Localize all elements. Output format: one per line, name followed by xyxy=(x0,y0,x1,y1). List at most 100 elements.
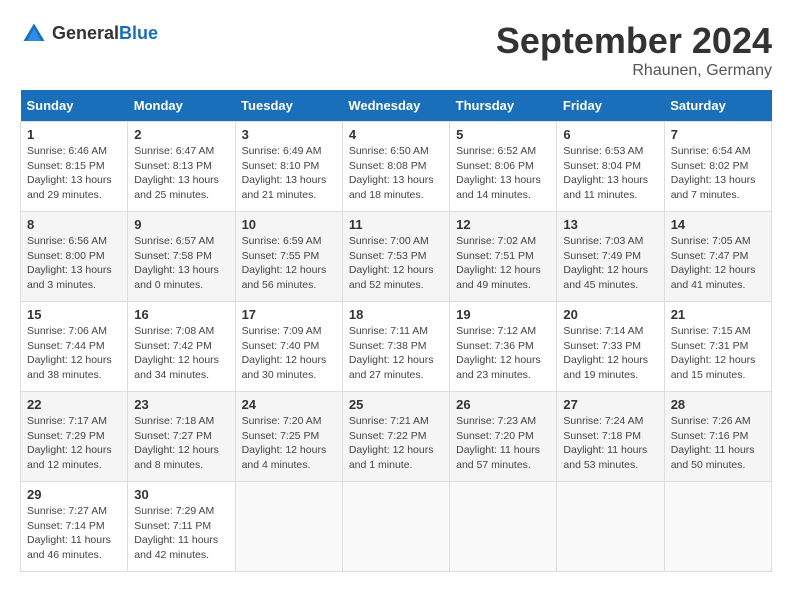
col-sunday: Sunday xyxy=(21,90,128,122)
day-number: 29 xyxy=(27,487,121,502)
day-number: 22 xyxy=(27,397,121,412)
logo: General Blue xyxy=(20,20,158,48)
logo-blue: Blue xyxy=(119,24,158,44)
table-row: 4 Sunrise: 6:50 AMSunset: 8:08 PMDaylight… xyxy=(342,122,449,212)
day-info: Sunrise: 7:18 AMSunset: 7:27 PMDaylight:… xyxy=(134,414,228,473)
col-wednesday: Wednesday xyxy=(342,90,449,122)
day-number: 25 xyxy=(349,397,443,412)
day-number: 19 xyxy=(456,307,550,322)
table-row: 11 Sunrise: 7:00 AMSunset: 7:53 PMDayligh… xyxy=(342,212,449,302)
day-number: 7 xyxy=(671,127,765,142)
day-number: 28 xyxy=(671,397,765,412)
day-info: Sunrise: 6:52 AMSunset: 8:06 PMDaylight:… xyxy=(456,144,550,203)
table-row: 21Sunrise: 7:15 AMSunset: 7:31 PMDayligh… xyxy=(664,302,771,392)
col-friday: Friday xyxy=(557,90,664,122)
day-number: 12 xyxy=(456,217,550,232)
table-row: 6 Sunrise: 6:53 AMSunset: 8:04 PMDaylight… xyxy=(557,122,664,212)
logo-general: General xyxy=(52,24,119,44)
table-row: 16 Sunrise: 7:08 AMSunset: 7:42 PMDayligh… xyxy=(128,302,235,392)
calendar-table: Sunday Monday Tuesday Wednesday Thursday… xyxy=(20,90,772,572)
col-saturday: Saturday xyxy=(664,90,771,122)
day-info: Sunrise: 7:02 AMSunset: 7:51 PMDaylight:… xyxy=(456,234,550,293)
day-number: 11 xyxy=(349,217,443,232)
col-thursday: Thursday xyxy=(450,90,557,122)
day-number: 20 xyxy=(563,307,657,322)
day-number: 4 xyxy=(349,127,443,142)
calendar-week-row: 29Sunrise: 7:27 AMSunset: 7:14 PMDayligh… xyxy=(21,482,772,572)
day-number: 17 xyxy=(242,307,336,322)
day-info: Sunrise: 7:11 AMSunset: 7:38 PMDaylight:… xyxy=(349,324,443,383)
day-number: 8 xyxy=(27,217,121,232)
table-row: 12 Sunrise: 7:02 AMSunset: 7:51 PMDayligh… xyxy=(450,212,557,302)
table-row: 24 Sunrise: 7:20 AMSunset: 7:25 PMDayligh… xyxy=(235,392,342,482)
table-row: 23 Sunrise: 7:18 AMSunset: 7:27 PMDayligh… xyxy=(128,392,235,482)
location: Rhaunen, Germany xyxy=(496,62,772,80)
calendar-week-row: 1 Sunrise: 6:46 AMSunset: 8:15 PMDaylight… xyxy=(21,122,772,212)
table-row: 19Sunrise: 7:12 AMSunset: 7:36 PMDayligh… xyxy=(450,302,557,392)
table-row: 22 Sunrise: 7:17 AMSunset: 7:29 PMDayligh… xyxy=(21,392,128,482)
page-header: General Blue September 2024 Rhaunen, Ger… xyxy=(20,20,772,80)
day-number: 1 xyxy=(27,127,121,142)
table-row: 1 Sunrise: 6:46 AMSunset: 8:15 PMDaylight… xyxy=(21,122,128,212)
table-row: 10Sunrise: 6:59 AMSunset: 7:55 PMDayligh… xyxy=(235,212,342,302)
logo-text: General Blue xyxy=(52,24,158,44)
table-row: 15 Sunrise: 7:06 AMSunset: 7:44 PMDayligh… xyxy=(21,302,128,392)
day-number: 14 xyxy=(671,217,765,232)
day-number: 15 xyxy=(27,307,121,322)
day-info: Sunrise: 7:17 AMSunset: 7:29 PMDaylight:… xyxy=(27,414,121,473)
day-info: Sunrise: 7:05 AMSunset: 7:47 PMDaylight:… xyxy=(671,234,765,293)
title-block: September 2024 Rhaunen, Germany xyxy=(496,20,772,80)
day-info: Sunrise: 7:26 AMSunset: 7:16 PMDaylight:… xyxy=(671,414,765,473)
table-row: 20 Sunrise: 7:14 AMSunset: 7:33 PMDayligh… xyxy=(557,302,664,392)
col-tuesday: Tuesday xyxy=(235,90,342,122)
table-row: 30 Sunrise: 7:29 AMSunset: 7:11 PMDayligh… xyxy=(128,482,235,572)
day-info: Sunrise: 7:24 AMSunset: 7:18 PMDaylight:… xyxy=(563,414,657,473)
day-info: Sunrise: 7:15 AMSunset: 7:31 PMDaylight:… xyxy=(671,324,765,383)
day-info: Sunrise: 7:03 AMSunset: 7:49 PMDaylight:… xyxy=(563,234,657,293)
day-number: 30 xyxy=(134,487,228,502)
day-info: Sunrise: 7:21 AMSunset: 7:22 PMDaylight:… xyxy=(349,414,443,473)
day-number: 24 xyxy=(242,397,336,412)
day-info: Sunrise: 7:06 AMSunset: 7:44 PMDaylight:… xyxy=(27,324,121,383)
table-row: 27 Sunrise: 7:24 AMSunset: 7:18 PMDayligh… xyxy=(557,392,664,482)
day-info: Sunrise: 7:00 AMSunset: 7:53 PMDaylight:… xyxy=(349,234,443,293)
day-number: 18 xyxy=(349,307,443,322)
table-row xyxy=(664,482,771,572)
day-info: Sunrise: 6:47 AMSunset: 8:13 PMDaylight:… xyxy=(134,144,228,203)
day-info: Sunrise: 7:08 AMSunset: 7:42 PMDaylight:… xyxy=(134,324,228,383)
table-row: 2 Sunrise: 6:47 AMSunset: 8:13 PMDaylight… xyxy=(128,122,235,212)
day-info: Sunrise: 7:14 AMSunset: 7:33 PMDaylight:… xyxy=(563,324,657,383)
day-info: Sunrise: 6:56 AMSunset: 8:00 PMDaylight:… xyxy=(27,234,121,293)
table-row: 7 Sunrise: 6:54 AMSunset: 8:02 PMDaylight… xyxy=(664,122,771,212)
day-number: 9 xyxy=(134,217,228,232)
table-row: 9 Sunrise: 6:57 AMSunset: 7:58 PMDaylight… xyxy=(128,212,235,302)
day-number: 27 xyxy=(563,397,657,412)
day-number: 16 xyxy=(134,307,228,322)
day-number: 23 xyxy=(134,397,228,412)
day-number: 26 xyxy=(456,397,550,412)
day-info: Sunrise: 6:57 AMSunset: 7:58 PMDaylight:… xyxy=(134,234,228,293)
day-info: Sunrise: 6:54 AMSunset: 8:02 PMDaylight:… xyxy=(671,144,765,203)
day-info: Sunrise: 7:20 AMSunset: 7:25 PMDaylight:… xyxy=(242,414,336,473)
day-info: Sunrise: 6:49 AMSunset: 8:10 PMDaylight:… xyxy=(242,144,336,203)
table-row: 26 Sunrise: 7:23 AMSunset: 7:20 PMDayligh… xyxy=(450,392,557,482)
day-info: Sunrise: 6:59 AMSunset: 7:55 PMDaylight:… xyxy=(242,234,336,293)
day-info: Sunrise: 7:23 AMSunset: 7:20 PMDaylight:… xyxy=(456,414,550,473)
day-number: 2 xyxy=(134,127,228,142)
table-row xyxy=(235,482,342,572)
day-number: 5 xyxy=(456,127,550,142)
table-row: 3Sunrise: 6:49 AMSunset: 8:10 PMDaylight… xyxy=(235,122,342,212)
day-number: 13 xyxy=(563,217,657,232)
table-row: 13 Sunrise: 7:03 AMSunset: 7:49 PMDayligh… xyxy=(557,212,664,302)
table-row: 29Sunrise: 7:27 AMSunset: 7:14 PMDayligh… xyxy=(21,482,128,572)
day-info: Sunrise: 6:53 AMSunset: 8:04 PMDaylight:… xyxy=(563,144,657,203)
day-number: 6 xyxy=(563,127,657,142)
header-row: Sunday Monday Tuesday Wednesday Thursday… xyxy=(21,90,772,122)
calendar-body: 1 Sunrise: 6:46 AMSunset: 8:15 PMDaylight… xyxy=(21,122,772,572)
table-row: 17Sunrise: 7:09 AMSunset: 7:40 PMDayligh… xyxy=(235,302,342,392)
day-info: Sunrise: 6:46 AMSunset: 8:15 PMDaylight:… xyxy=(27,144,121,203)
day-info: Sunrise: 7:29 AMSunset: 7:11 PMDaylight:… xyxy=(134,504,228,563)
day-info: Sunrise: 6:50 AMSunset: 8:08 PMDaylight:… xyxy=(349,144,443,203)
table-row xyxy=(342,482,449,572)
table-row: 8 Sunrise: 6:56 AMSunset: 8:00 PMDaylight… xyxy=(21,212,128,302)
